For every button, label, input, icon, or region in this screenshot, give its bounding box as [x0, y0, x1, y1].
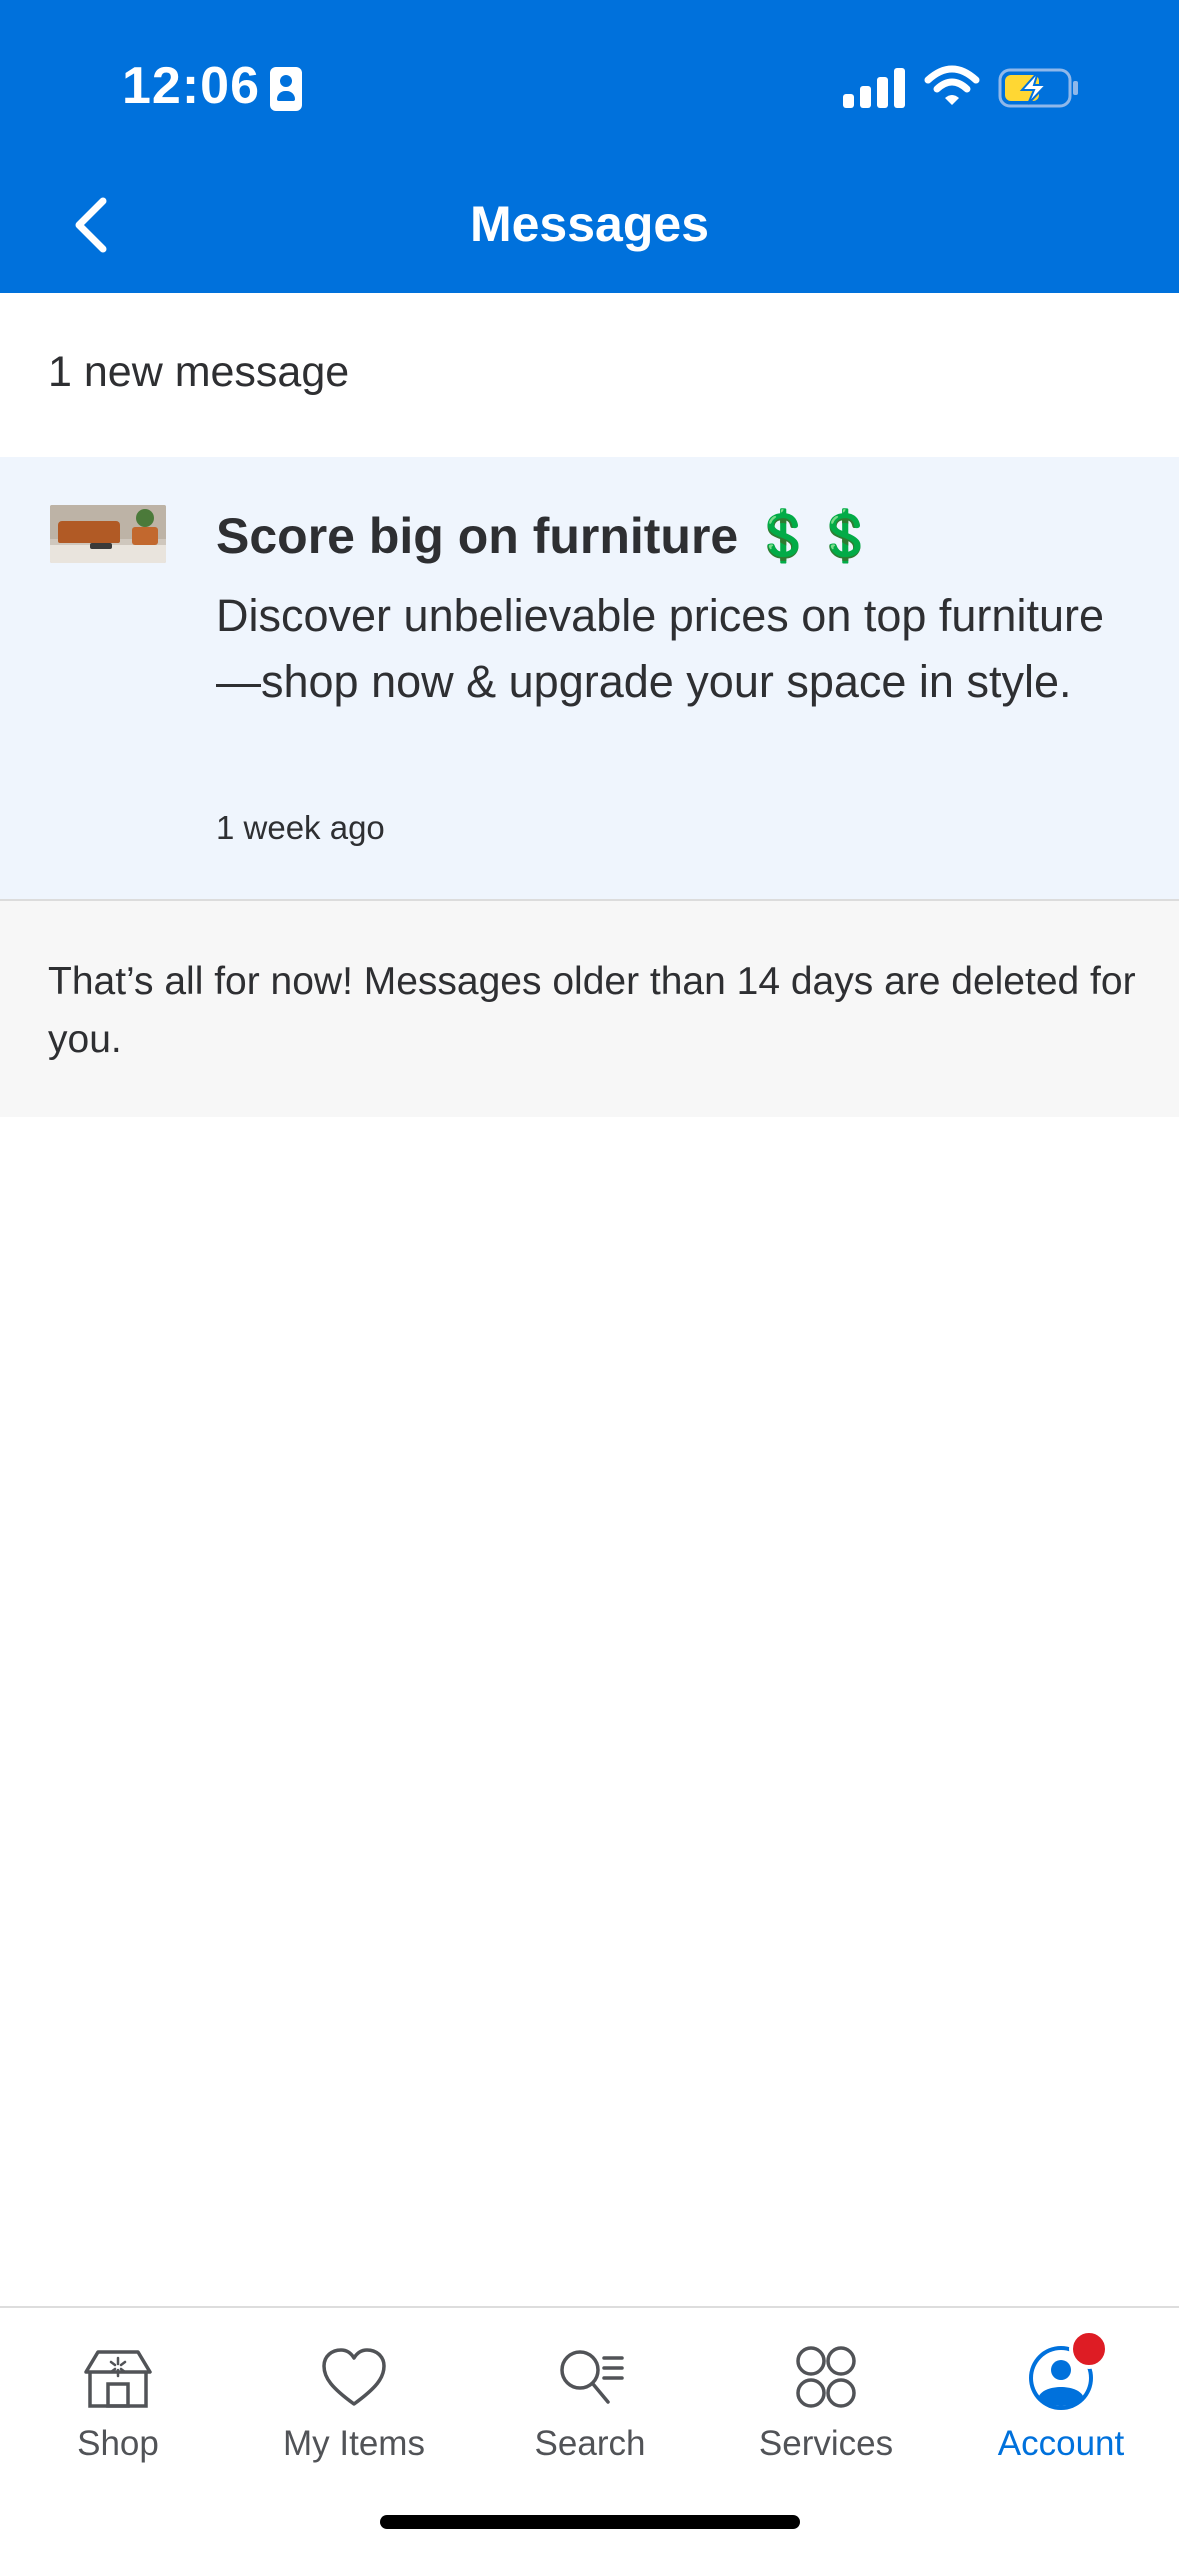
- tab-my-items[interactable]: My Items: [236, 2308, 472, 2478]
- store-icon: [84, 2350, 152, 2408]
- grid-circles-icon: [796, 2346, 856, 2408]
- home-indicator: [380, 2515, 800, 2529]
- tab-account[interactable]: Account: [943, 2308, 1179, 2478]
- search-list-icon: [560, 2350, 624, 2404]
- tab-services-label: Services: [758, 2424, 894, 2463]
- tab-services[interactable]: Services: [708, 2308, 944, 2478]
- new-message-count-text: 1 new message: [48, 348, 350, 396]
- tab-shop[interactable]: Shop: [0, 2308, 236, 2478]
- tab-shop-label: Shop: [77, 2424, 159, 2463]
- cellular-signal-icon: [843, 66, 905, 108]
- page-title: Messages: [469, 196, 710, 252]
- status-time: 12:06: [122, 57, 260, 115]
- tab-search[interactable]: Search: [472, 2308, 708, 2478]
- tab-account-label: Account: [997, 2424, 1125, 2463]
- message-timestamp: 1 week ago: [216, 809, 385, 846]
- tab-my-items-label: My Items: [283, 2424, 425, 2463]
- message-item[interactable]: Score big on furniture 💲💲 Discover unbel…: [0, 457, 1179, 901]
- heart-icon: [322, 2348, 386, 2406]
- wifi-icon: [924, 65, 980, 105]
- retention-notice: That’s all for now! Messages older than …: [0, 901, 1179, 1117]
- tab-search-label: Search: [534, 2424, 646, 2463]
- message-body: Discover unbelievable prices on top furn…: [216, 590, 1104, 707]
- new-message-count-row: 1 new message: [0, 293, 1179, 457]
- message-title: Score big on furniture 💲💲: [216, 508, 877, 564]
- retention-notice-text: That’s all for now! Messages older than …: [48, 960, 1136, 1061]
- id-card-icon: [270, 67, 302, 111]
- battery-charging-icon: [998, 68, 1078, 108]
- top-app-bar: 12:06 Messages: [0, 0, 1179, 293]
- furniture-thumbnail-image: [50, 505, 166, 563]
- account-notification-badge: [1069, 2329, 1109, 2369]
